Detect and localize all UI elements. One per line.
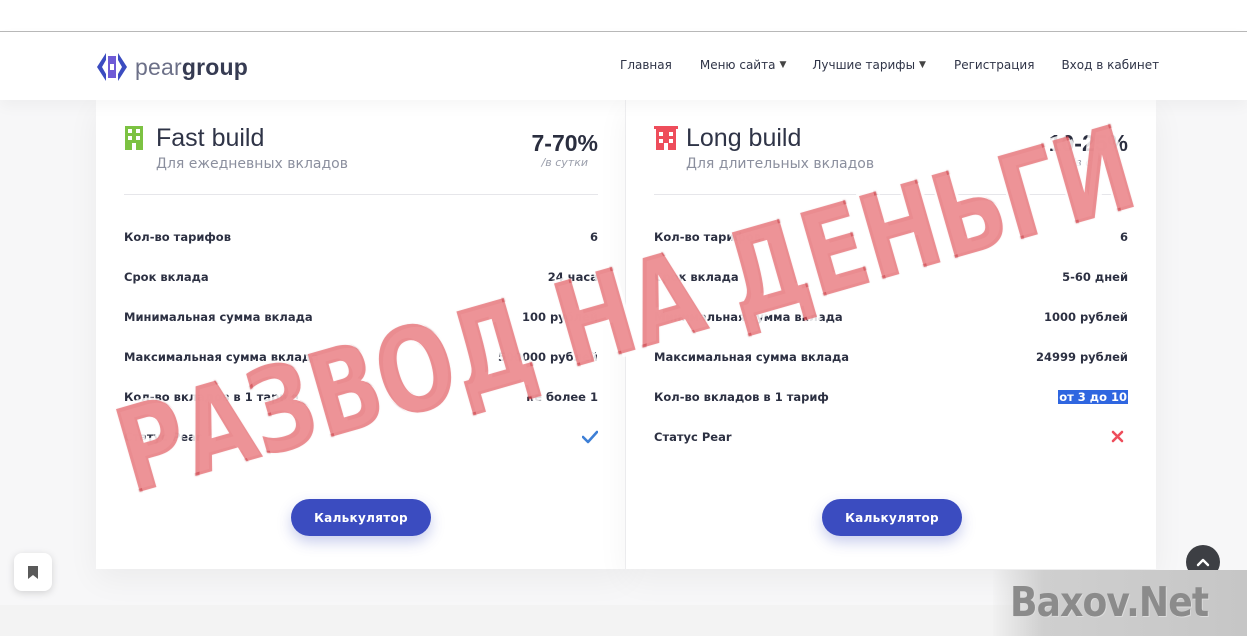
card-rate-unit: /в сутки [1071, 156, 1118, 169]
nav-item-label: Меню сайта [699, 58, 776, 72]
detail-row: Максимальная сумма вклада 24999 рублей [654, 338, 1128, 378]
detail-row: Кол-во вкладов в 1 тариф не более 1 [124, 378, 598, 418]
detail-value: 6 [1119, 230, 1128, 244]
nav-item-login[interactable]: Вход в кабинет [1061, 58, 1159, 72]
card-header: Long build Для длительных вкладов 10-25%… [654, 124, 1128, 195]
detail-row: Кол-во вкладов в 1 тариф от 3 до 10 [654, 378, 1128, 418]
detail-label: Статус Pear [654, 430, 732, 444]
bookmark-icon [28, 565, 38, 579]
card-header: Fast build Для ежедневных вкладов 7-70% … [124, 124, 598, 195]
card-title: Fast build [156, 124, 265, 152]
browser-top-strip [0, 0, 1247, 32]
brand-name: peargroup [135, 54, 248, 81]
nav-item-label: Вход в кабинет [1061, 58, 1160, 72]
card-rate-unit: /в сутки [541, 156, 588, 169]
detail-value: 100 рублей [521, 310, 598, 324]
card-rate: 10-25% [1048, 130, 1128, 156]
nav-item-label: Главная [620, 58, 672, 72]
detail-row: Срок вклада 5-60 дней [654, 258, 1128, 298]
tariff-card-long-build: Long build Для длительных вкладов 10-25%… [626, 100, 1156, 569]
caret-down-icon: ▼ [779, 60, 787, 70]
detail-label: Статус Pear [124, 430, 202, 444]
detail-value-selected[interactable]: от 3 до 10 [1058, 390, 1128, 404]
detail-label: Максимальная сумма вклада [124, 350, 320, 364]
site-header: peargroup Главная Меню сайта ▼ Лучшие тар… [0, 32, 1247, 100]
detail-value: 24999 рублей [1035, 350, 1128, 364]
detail-row: Статус Pear [654, 418, 1128, 458]
tariff-card-fast-build: Fast build Для ежедневных вкладов 7-70% … [96, 100, 626, 569]
card-subtitle: Для ежедневных вкладов [156, 156, 348, 172]
nav-item-label: Регистрация [953, 58, 1035, 72]
detail-row: Кол-во тарифов 6 [654, 218, 1128, 258]
detail-label: Кол-во вкладов в 1 тариф [124, 390, 299, 404]
detail-value: 5-60 дней [1062, 270, 1128, 284]
detail-value: 24 часа [547, 270, 598, 284]
detail-label: Срок вклада [124, 270, 209, 284]
brand-name-bold: group [181, 53, 248, 80]
detail-row: Срок вклада 24 часа [124, 258, 598, 298]
detail-value: не более 1 [526, 390, 598, 404]
detail-value: 500000 рублей [497, 350, 598, 364]
detail-label: Минимальная сумма вклада [654, 310, 843, 324]
main-nav: Главная Меню сайта ▼ Лучшие тарифы ▼ Регис… [620, 58, 1159, 72]
detail-label: Кол-во вкладов в 1 тариф [654, 390, 829, 404]
chevron-up-icon [1196, 558, 1210, 567]
detail-row: Максимальная сумма вклада 500000 рублей [124, 338, 598, 378]
building-icon [125, 126, 143, 150]
card-title: Long build [686, 124, 802, 152]
nav-item-best-tariffs[interactable]: Лучшие тарифы ▼ [812, 58, 926, 72]
detail-label: Кол-во тарифов [654, 230, 761, 244]
caret-down-icon: ▼ [919, 60, 926, 70]
tariff-details: Кол-во тарифов 6 Срок вклада 24 часа Миним… [124, 218, 598, 458]
cross-icon [1111, 430, 1124, 443]
card-rate: 7-70% [531, 130, 598, 156]
pear-logo-icon [97, 53, 127, 81]
detail-row: Минимальная сумма вклада 1000 рублей [654, 298, 1128, 338]
detail-label: Кол-во тарифов [124, 230, 231, 244]
detail-row: Статус Pear [124, 418, 598, 458]
bookmark-button[interactable] [14, 553, 52, 591]
calculator-button[interactable]: Калькулятор [822, 499, 962, 536]
detail-row: Кол-во тарифов 6 [124, 218, 598, 258]
card-subtitle: Для длительных вкладов [686, 156, 875, 172]
watermark-text: Baxov.Net [1010, 578, 1209, 626]
page: peargroup Главная Меню сайта ▼ Лучшие тар… [0, 0, 1247, 636]
detail-label: Максимальная сумма вклада [654, 350, 850, 364]
brand-name-light: pear [135, 53, 182, 80]
nav-item-home[interactable]: Главная [620, 58, 672, 72]
tariff-details: Кол-во тарифов 6 Срок вклада 5-60 дней Мин… [654, 218, 1128, 458]
building-icon [654, 126, 678, 150]
calculator-button[interactable]: Калькулятор [291, 499, 431, 536]
nav-item-site-menu[interactable]: Меню сайта ▼ [700, 58, 787, 72]
detail-row: Минимальная сумма вклада 100 рублей [124, 298, 598, 338]
site-logo[interactable]: peargroup [95, 50, 248, 84]
checkmark-icon [582, 430, 598, 444]
detail-value: 1000 рублей [1043, 310, 1128, 324]
detail-label: Срок вклада [654, 270, 739, 284]
detail-value: 6 [589, 230, 598, 244]
nav-item-label: Лучшие тарифы [812, 58, 916, 72]
detail-label: Минимальная сумма вклада [124, 310, 313, 324]
nav-item-registration[interactable]: Регистрация [954, 58, 1034, 72]
